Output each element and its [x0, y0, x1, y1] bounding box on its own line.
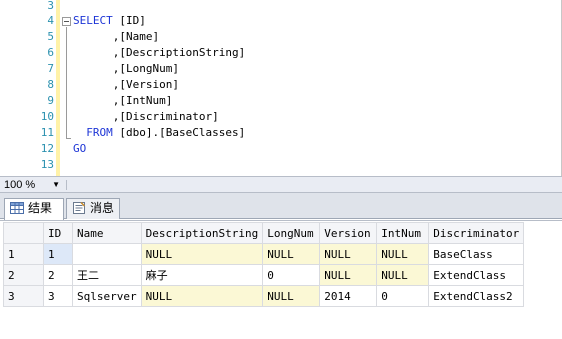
- table-row[interactable]: 3 3 Sqlserver NULL NULL 2014 0 ExtendCla…: [3, 285, 525, 307]
- table-cell[interactable]: NULL: [140, 285, 264, 307]
- line-number: 9: [47, 94, 54, 107]
- table-cell[interactable]: NULL: [376, 264, 430, 286]
- horizontal-scrollbar[interactable]: [66, 180, 560, 190]
- code-line: ,[Name]: [73, 30, 160, 43]
- table-cell[interactable]: ExtendClass2: [428, 285, 525, 307]
- table-cell[interactable]: NULL: [319, 264, 378, 286]
- table-cell[interactable]: [72, 243, 142, 265]
- column-header[interactable]: DescriptionString: [140, 222, 264, 244]
- results-table: ID Name DescriptionString LongNum Versio…: [3, 222, 525, 307]
- editor-status-strip: 100 % ▼: [0, 176, 562, 193]
- table-header-row: ID Name DescriptionString LongNum Versio…: [3, 222, 525, 244]
- code-line: ,[LongNum]: [73, 62, 179, 75]
- table-cell[interactable]: NULL: [262, 285, 321, 307]
- code-line: ,[IntNum]: [73, 94, 173, 107]
- tab-messages[interactable]: 消息: [66, 198, 120, 219]
- sql-editor[interactable]: 3 4 5 6 7 8 9 10 11 12 13 SELECT [ID] ,[…: [0, 0, 562, 176]
- line-number: 8: [47, 78, 54, 91]
- table-cell[interactable]: 0: [262, 264, 321, 286]
- fold-guide-end: [66, 138, 71, 139]
- column-header[interactable]: IntNum: [376, 222, 430, 244]
- row-number[interactable]: 3: [3, 285, 44, 307]
- table-cell[interactable]: 2: [43, 264, 73, 286]
- sql-keyword: FROM: [73, 126, 113, 139]
- line-number-gutter: 3 4 5 6 7 8 9 10 11 12 13: [20, 0, 56, 176]
- line-number: 3: [47, 0, 54, 12]
- line-number: 5: [47, 30, 54, 43]
- line-number: 4: [47, 14, 54, 27]
- column-header[interactable]: Discriminator: [428, 222, 525, 244]
- code-line: GO: [73, 141, 86, 156]
- sql-keyword: SELECT: [73, 14, 113, 27]
- table-cell[interactable]: NULL: [262, 243, 321, 265]
- table-cell[interactable]: NULL: [140, 243, 264, 265]
- table-cell[interactable]: 2014: [319, 285, 378, 307]
- table-cell[interactable]: NULL: [319, 243, 378, 265]
- grid-results-icon: [10, 202, 24, 214]
- chevron-down-icon: ▼: [52, 180, 60, 189]
- line-number: 7: [47, 62, 54, 75]
- code-line: ,[Discriminator]: [73, 110, 219, 123]
- table-cell[interactable]: 0: [376, 285, 430, 307]
- collapse-region-icon[interactable]: [62, 17, 71, 26]
- tab-label: 消息: [90, 201, 115, 215]
- line-number: 10: [40, 110, 54, 123]
- table-cell[interactable]: 王二: [72, 264, 142, 286]
- column-header[interactable]: Version: [319, 222, 378, 244]
- zoom-dropdown[interactable]: 100 % ▼: [4, 178, 62, 192]
- table-cell[interactable]: 3: [43, 285, 73, 307]
- column-header[interactable]: [3, 222, 44, 244]
- code-line: ,[DescriptionString]: [73, 46, 246, 59]
- tab-label: 结果: [28, 201, 53, 215]
- line-number: 6: [47, 46, 54, 59]
- messages-icon: [73, 202, 86, 214]
- code-line: ,[Version]: [73, 78, 179, 91]
- column-header[interactable]: ID: [43, 222, 73, 244]
- table-cell[interactable]: 麻子: [140, 264, 264, 286]
- code-line: SELECT [ID]: [73, 14, 146, 27]
- results-tab-strip: 结果 消息: [0, 193, 562, 220]
- table-row[interactable]: 2 2 王二 麻子 0 NULL NULL ExtendClass: [3, 264, 525, 286]
- table-cell[interactable]: ExtendClass: [428, 264, 525, 286]
- line-number: 12: [40, 142, 54, 155]
- column-header[interactable]: LongNum: [262, 222, 321, 244]
- line-number: 13: [40, 158, 54, 171]
- sql-keyword: GO: [73, 142, 87, 155]
- line-number: 11: [40, 126, 54, 139]
- table-cell[interactable]: NULL: [376, 243, 430, 265]
- column-header[interactable]: Name: [72, 222, 142, 244]
- editor-left-margin: [0, 0, 20, 176]
- zoom-value: 100 %: [4, 179, 36, 191]
- row-number[interactable]: 1: [3, 243, 44, 265]
- table-row[interactable]: 1 1 NULL NULL NULL NULL BaseClass: [3, 243, 525, 265]
- results-grid[interactable]: ID Name DescriptionString LongNum Versio…: [0, 220, 562, 339]
- row-number[interactable]: 2: [3, 264, 44, 286]
- table-cell[interactable]: Sqlserver: [72, 285, 142, 307]
- code-line: FROM [dbo].[BaseClasses]: [73, 126, 246, 139]
- table-cell[interactable]: BaseClass: [428, 243, 525, 265]
- code-area[interactable]: SELECT [ID] ,[Name] ,[DescriptionString]…: [60, 0, 561, 176]
- table-cell[interactable]: 1: [43, 243, 73, 265]
- tab-results[interactable]: 结果: [4, 198, 64, 220]
- fold-guide-line: [66, 27, 67, 139]
